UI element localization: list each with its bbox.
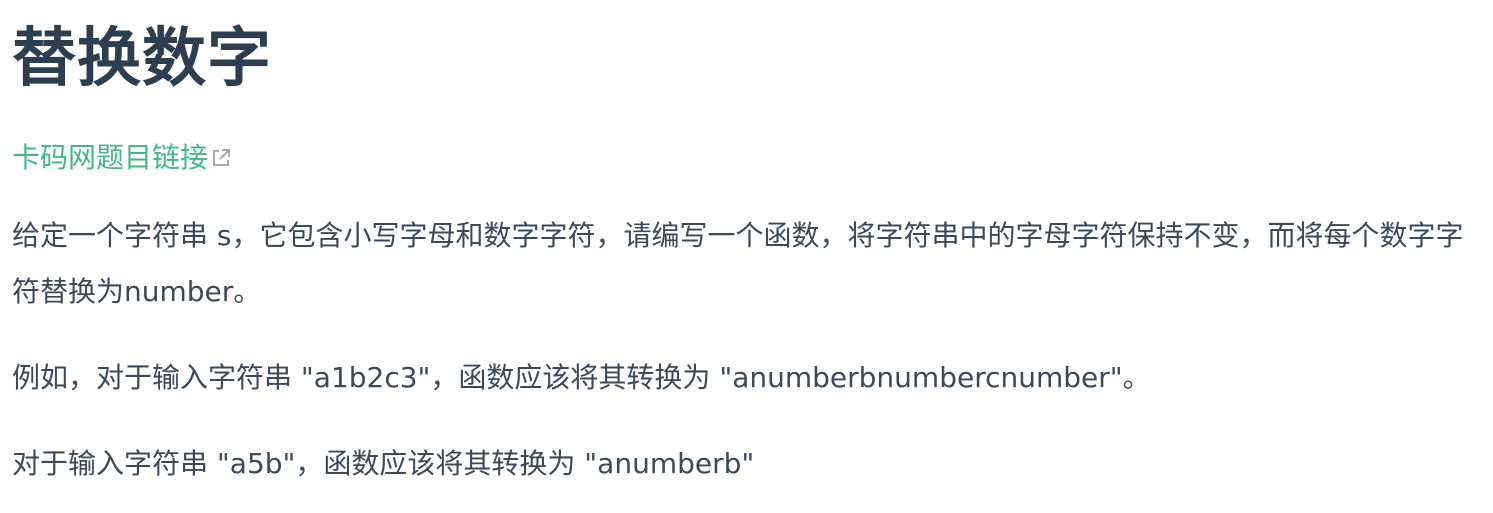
problem-link-label: 卡码网题目链接 [12,141,209,174]
external-link-icon [210,140,232,166]
example-paragraph-2: 对于输入字符串 "a5b"，函数应该将其转换为 "anumberb" [12,447,755,480]
article-content: 替换数字 卡码网题目链接 给定一个字符串 s，它包含小写字母和数字字符，请编写一… [12,14,1482,492]
problem-link[interactable]: 卡码网题目链接 [12,141,232,174]
description-paragraph: 给定一个字符串 s，它包含小写字母和数字字符，请编写一个函数，将字符串中的字母字… [12,219,1464,308]
page-title: 替换数字 [12,22,272,96]
problem-link-line: 卡码网题目链接 [12,138,1482,178]
example-paragraph-1: 例如，对于输入字符串 "a1b2c3"，函数应该将其转换为 "anumberbn… [12,361,1151,394]
